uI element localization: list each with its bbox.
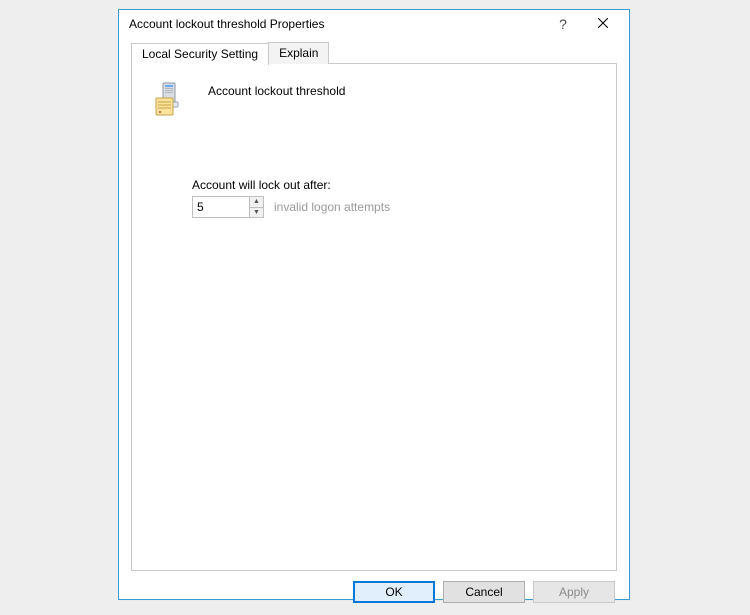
spinner-down[interactable]: ▼ bbox=[250, 207, 263, 218]
close-icon bbox=[598, 17, 608, 31]
policy-header: Account lockout threshold bbox=[154, 82, 594, 118]
spinner-up[interactable]: ▲ bbox=[250, 197, 263, 207]
policy-name: Account lockout threshold bbox=[208, 84, 345, 98]
help-icon: ? bbox=[559, 16, 567, 32]
button-label: Apply bbox=[559, 585, 589, 599]
dialog-buttons: OK Cancel Apply bbox=[119, 571, 629, 615]
threshold-spinner[interactable]: ▲ ▼ bbox=[192, 196, 264, 218]
threshold-label: Account will lock out after: bbox=[192, 178, 594, 192]
close-button[interactable] bbox=[583, 10, 623, 38]
tab-local-security-setting[interactable]: Local Security Setting bbox=[131, 43, 269, 65]
window-title: Account lockout threshold Properties bbox=[129, 17, 543, 31]
button-label: Cancel bbox=[465, 585, 502, 599]
titlebar: Account lockout threshold Properties ? bbox=[119, 10, 629, 38]
apply-button: Apply bbox=[533, 581, 615, 603]
policy-icon bbox=[154, 82, 190, 118]
ok-button[interactable]: OK bbox=[353, 581, 435, 603]
client-area: Local Security Setting Explain bbox=[119, 38, 629, 571]
spinner-buttons: ▲ ▼ bbox=[249, 197, 263, 217]
threshold-input[interactable] bbox=[193, 197, 249, 217]
button-label: OK bbox=[385, 585, 402, 599]
tab-panel: Account lockout threshold Account will l… bbox=[131, 63, 617, 571]
tabstrip: Local Security Setting Explain bbox=[131, 42, 617, 64]
tab-explain[interactable]: Explain bbox=[268, 42, 329, 64]
threshold-suffix: invalid logon attempts bbox=[274, 200, 390, 214]
chevron-up-icon: ▲ bbox=[253, 198, 260, 205]
chevron-down-icon: ▼ bbox=[253, 209, 260, 216]
properties-dialog: Account lockout threshold Properties ? L… bbox=[118, 9, 630, 600]
tab-label: Explain bbox=[279, 46, 318, 60]
cancel-button[interactable]: Cancel bbox=[443, 581, 525, 603]
tab-label: Local Security Setting bbox=[142, 47, 258, 61]
help-button[interactable]: ? bbox=[543, 10, 583, 38]
threshold-row: ▲ ▼ invalid logon attempts bbox=[192, 196, 594, 218]
